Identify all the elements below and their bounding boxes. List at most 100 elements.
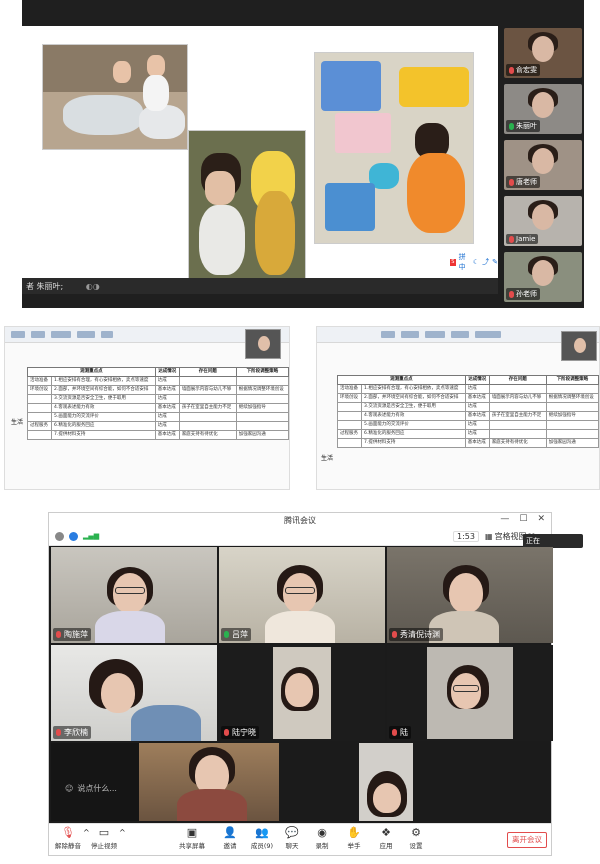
table-cell-plan: 继续加强指导 (545, 411, 599, 421)
chat-hint-text: 说点什么... (77, 784, 117, 793)
table-cell-issue: 家庭支持有待优化 (178, 430, 237, 440)
table-cell-issue (488, 402, 547, 412)
participant-name: 孙老师 (516, 290, 537, 298)
participant-name: 李欣楠 (64, 728, 88, 737)
slide-photo-child-with-toys (314, 52, 474, 244)
table-cell-plan (545, 420, 599, 430)
slide-toolbar[interactable]: S 拼中 ☾ ⤴ ✎ (450, 252, 498, 272)
table-header: 下阶段调整策略 (235, 367, 289, 377)
table-row: 4.客观表述能力有效 基本达成 孩子在室里自主能力不足 继续加强指导 (336, 411, 599, 421)
table-cell-status: 达成 (154, 394, 180, 404)
settings-label: 设置 (409, 842, 423, 850)
share-screen-button[interactable]: ▣ 共享屏幕 (177, 826, 207, 850)
apps-button[interactable]: ❖ 应用 (371, 826, 401, 850)
settings-icon: ✎ (492, 258, 498, 266)
table-cell-issue (488, 384, 547, 394)
table-cell-issue (178, 412, 237, 422)
participant-tile[interactable]: 孙老师 (504, 252, 582, 302)
table-cell-status: 达成 (154, 376, 180, 386)
chevron-up-icon[interactable]: ^ (119, 828, 126, 837)
video-tile-active-speaker[interactable]: 吕萍 (219, 547, 385, 643)
settings-button[interactable]: ⚙ 设置 (401, 826, 431, 850)
speaking-pill: 正在 (523, 534, 583, 548)
table-cell-item: 3.交流资源是否安全卫生，便于取用 (361, 402, 466, 412)
stop-video-button[interactable]: ▭ 停止视频 (89, 826, 119, 850)
grid-icon: ▦ (485, 532, 493, 541)
info-icon[interactable] (55, 532, 64, 541)
mic-off-icon (56, 729, 61, 736)
participant-tile[interactable]: 朱丽叶 (504, 84, 582, 134)
table-header: 存在问题 (488, 375, 547, 385)
table-cell-status: 达成 (464, 402, 490, 412)
table-row: 过程服务 6.精准化的服务回应 达成 (26, 421, 289, 431)
table-row: 3.交流资源是否安全卫生，便于取用 达成 (26, 394, 289, 404)
table-cell-item: 3.交流资源是否安全卫生，便于取用 (51, 394, 156, 404)
maximize-icon[interactable]: ☐ (519, 514, 527, 524)
caption-dots-icon: ◐◑ (85, 282, 100, 291)
chat-button[interactable]: 💬 聊天 (277, 826, 307, 850)
document-screenshot-right: 生活 观测重点点 达成情况 存在问题 下阶段调整策略 活动准备 1.相应安排有合理… (316, 326, 600, 490)
table-cell-status: 基本达成 (154, 403, 180, 413)
table-cell-status: 达成 (154, 412, 180, 422)
close-icon[interactable]: ✕ (537, 514, 545, 524)
meeting-timer: 1:53 (453, 531, 479, 542)
invite-button[interactable]: 👤 邀请 (215, 826, 245, 850)
table-cell-plan: 加强家园沟通 (545, 438, 599, 448)
table-cell-cat: 活动准备 (336, 384, 363, 394)
mic-off-icon (224, 729, 229, 736)
unmute-button[interactable]: 🎙 解除静音 (53, 826, 83, 850)
participant-name: 唐老师 (516, 178, 537, 186)
table-cell-item: 2.面部，并环境空间有综合能，如何不合适安排 (361, 393, 466, 403)
table-cell-issue (488, 420, 547, 430)
ime-label: 拼中 (458, 253, 466, 271)
raise-hand-label: 举手 (347, 842, 361, 850)
table-cell-status: 达成 (464, 429, 490, 439)
shared-slide: S 拼中 ☾ ⤴ ✎ (22, 26, 498, 294)
participant-name: 秀清倪诗渊 (400, 630, 440, 639)
table-cell-issue: 家庭支持有待优化 (488, 438, 547, 448)
table-cell-item: 7.提供材料支持 (361, 438, 466, 448)
slide-photo-children-hallway (188, 130, 306, 282)
chat-input-hint[interactable]: ☺ 说点什么... (65, 783, 117, 794)
mic-off-icon (509, 66, 514, 74)
raise-hand-button[interactable]: ✋ 举手 (339, 826, 369, 850)
mic-off-icon (392, 729, 397, 736)
participant-tile[interactable]: 俞宏雯 (504, 28, 582, 78)
meeting-info-bar: ▂▄▆ 1:53 ▦ 宫格视图 ⛶ (49, 528, 551, 546)
video-tile[interactable]: 陆 (387, 645, 553, 741)
video-tile[interactable] (139, 743, 279, 821)
table-cell-item: 6.精准化的服务回应 (51, 421, 156, 431)
table-cell-issue (178, 394, 237, 404)
leave-meeting-button[interactable]: 离开会议 (507, 832, 547, 848)
video-tile[interactable]: 李欣楠 (51, 645, 217, 741)
share-icon: ⤴ (482, 258, 490, 266)
table-row: 4.客观表述能力有效 基本达成 孩子在室里自主能力不足 继续加强指导 (26, 403, 289, 413)
table-cell-status: 基本达成 (464, 393, 490, 403)
members-button[interactable]: 👥 成员(9) (247, 826, 277, 850)
video-tile[interactable]: 陆宁晓 (219, 645, 385, 741)
chat-bubble-icon: ☺ (65, 784, 74, 793)
add-user-icon: 👤 (223, 826, 237, 839)
table-cell-status: 基本达成 (464, 438, 490, 448)
minimize-icon[interactable]: — (500, 514, 509, 524)
participant-tile[interactable]: 唐老师 (504, 140, 582, 190)
record-button[interactable]: ◉ 录制 (307, 826, 337, 850)
shield-icon[interactable] (69, 532, 78, 541)
table-cell-plan (545, 384, 599, 394)
video-tile[interactable]: 秀清倪诗渊 (387, 547, 553, 643)
table-header: 观测重点点 (27, 367, 156, 377)
table-cell-cat (26, 412, 53, 422)
table-cell-plan: 加强家园沟通 (235, 430, 289, 440)
table-cell-cat: 过程服务 (26, 421, 53, 431)
table-cell-plan (235, 376, 289, 386)
mic-off-icon (509, 235, 514, 243)
participant-tile[interactable]: Jamie (504, 196, 582, 246)
users-icon: 👥 (255, 826, 269, 839)
video-tile[interactable] (359, 743, 413, 821)
video-tile[interactable]: 陶施萍 (51, 547, 217, 643)
table-cell-issue: 墙面展示内容与幼儿不够 (488, 393, 547, 403)
presenter-camera-thumb (245, 329, 281, 359)
mic-off-icon (392, 631, 397, 638)
table-header: 观测重点点 (337, 375, 466, 385)
chat-icon: 💬 (285, 826, 299, 839)
